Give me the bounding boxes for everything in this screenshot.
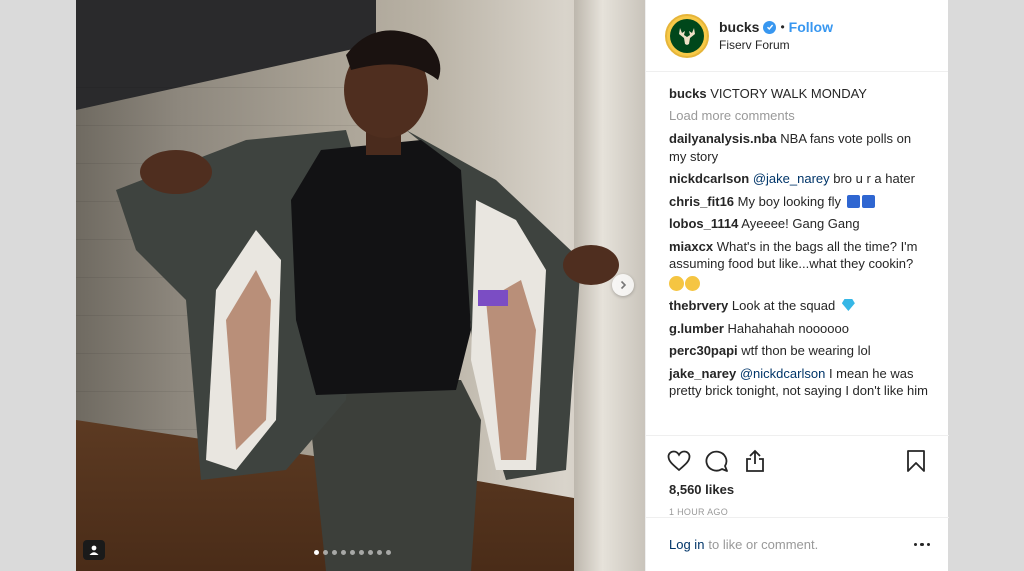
carousel-dot xyxy=(314,550,319,555)
carousel-next-button[interactable] xyxy=(612,274,634,296)
caption-username[interactable]: bucks xyxy=(669,86,707,101)
emoji-icon xyxy=(846,194,860,208)
comment-text: Ayeeee! Gang Gang xyxy=(741,216,860,231)
comment-username[interactable]: miaxcx xyxy=(669,239,713,254)
comment-item: chris_fit16 My boy looking fly xyxy=(669,193,930,211)
comment-username[interactable]: perc30papi xyxy=(669,343,738,358)
bookmark-icon[interactable] xyxy=(902,447,930,475)
comment-item: nickdcarlson @jake_narey bro u r a hater xyxy=(669,170,930,188)
comment-mention[interactable]: @jake_narey xyxy=(753,171,830,186)
comment-username[interactable]: dailyanalysis.nba xyxy=(669,131,777,146)
post-username[interactable]: bucks xyxy=(719,19,759,35)
login-prompt-text: to like or comment. xyxy=(708,537,819,552)
player-figure xyxy=(116,30,619,571)
post-caption: bucks VICTORY WALK MONDAY xyxy=(669,85,930,103)
carousel-dot xyxy=(377,550,382,555)
comment-username[interactable]: nickdcarlson xyxy=(669,171,749,186)
like-heart-icon[interactable] xyxy=(665,447,693,475)
comment-item: miaxcx What's in the bags all the time? … xyxy=(669,238,930,293)
post-actions: 8,560 likes 1 HOUR AGO xyxy=(646,435,949,517)
instagram-post: bucks • Follow Fiserv Forum bucks VICTOR… xyxy=(76,0,949,571)
login-link[interactable]: Log in xyxy=(669,537,704,552)
avatar[interactable] xyxy=(665,13,709,58)
share-icon[interactable] xyxy=(741,447,769,475)
comment-item: jake_narey @nickdcarlson I mean he was p… xyxy=(669,365,930,400)
carousel-dot xyxy=(359,550,364,555)
location-link[interactable]: Fiserv Forum xyxy=(719,38,833,52)
caption-text: VICTORY WALK MONDAY xyxy=(710,86,867,101)
gem-emoji-icon xyxy=(841,299,855,311)
login-prompt: Log in to like or comment. xyxy=(646,517,949,571)
header-separator: • xyxy=(780,20,785,34)
comment-text: Look at the squad xyxy=(731,298,836,313)
bucks-logo-icon xyxy=(670,18,704,53)
comment-username[interactable]: lobos_1114 xyxy=(669,216,738,231)
post-timestamp[interactable]: 1 HOUR AGO xyxy=(665,507,930,517)
comment-item: g.lumber Hahahahah noooooo xyxy=(669,320,930,338)
tagged-users-icon[interactable] xyxy=(83,540,105,560)
emoji-icon xyxy=(685,275,700,291)
post-photo[interactable] xyxy=(76,0,645,571)
comment-bubble-icon[interactable] xyxy=(703,447,731,475)
comment-mention[interactable]: @nickdcarlson xyxy=(740,366,825,381)
verified-badge-icon xyxy=(763,20,777,34)
comment-text: bro u r a hater xyxy=(833,171,915,186)
comment-username[interactable]: thebrvery xyxy=(669,298,728,313)
carousel-indicator xyxy=(314,550,391,555)
comments-list: bucks VICTORY WALK MONDAY Load more comm… xyxy=(646,73,949,435)
post-sidebar: bucks • Follow Fiserv Forum bucks VICTOR… xyxy=(645,0,949,571)
likes-count[interactable]: 8,560 likes xyxy=(665,482,930,497)
carousel-dot xyxy=(386,550,391,555)
carousel-dot xyxy=(323,550,328,555)
comment-item: lobos_1114 Ayeeee! Gang Gang xyxy=(669,215,930,233)
load-more-comments-button[interactable]: Load more comments xyxy=(669,108,930,123)
carousel-dot xyxy=(341,550,346,555)
emoji-icon xyxy=(669,275,684,291)
comment-username[interactable]: chris_fit16 xyxy=(669,194,734,209)
carousel-dot xyxy=(332,550,337,555)
comment-username[interactable]: jake_narey xyxy=(669,366,736,381)
comment-item: perc30papi wtf thon be wearing lol xyxy=(669,342,930,360)
comment-text: My boy looking fly xyxy=(737,193,841,209)
chevron-right-icon xyxy=(620,280,627,290)
emoji-icon xyxy=(861,194,875,208)
comment-username[interactable]: g.lumber xyxy=(669,321,724,336)
comment-item: dailyanalysis.nba NBA fans vote polls on… xyxy=(669,130,930,165)
comment-text: Hahahahah noooooo xyxy=(727,320,849,336)
more-options-icon[interactable] xyxy=(913,542,930,547)
carousel-dot xyxy=(368,550,373,555)
post-header: bucks • Follow Fiserv Forum xyxy=(646,0,948,72)
follow-button[interactable]: Follow xyxy=(789,19,833,35)
carousel-dot xyxy=(350,550,355,555)
comment-item: thebrvery Look at the squad xyxy=(669,297,930,315)
comment-text: wtf thon be wearing lol xyxy=(741,343,871,358)
